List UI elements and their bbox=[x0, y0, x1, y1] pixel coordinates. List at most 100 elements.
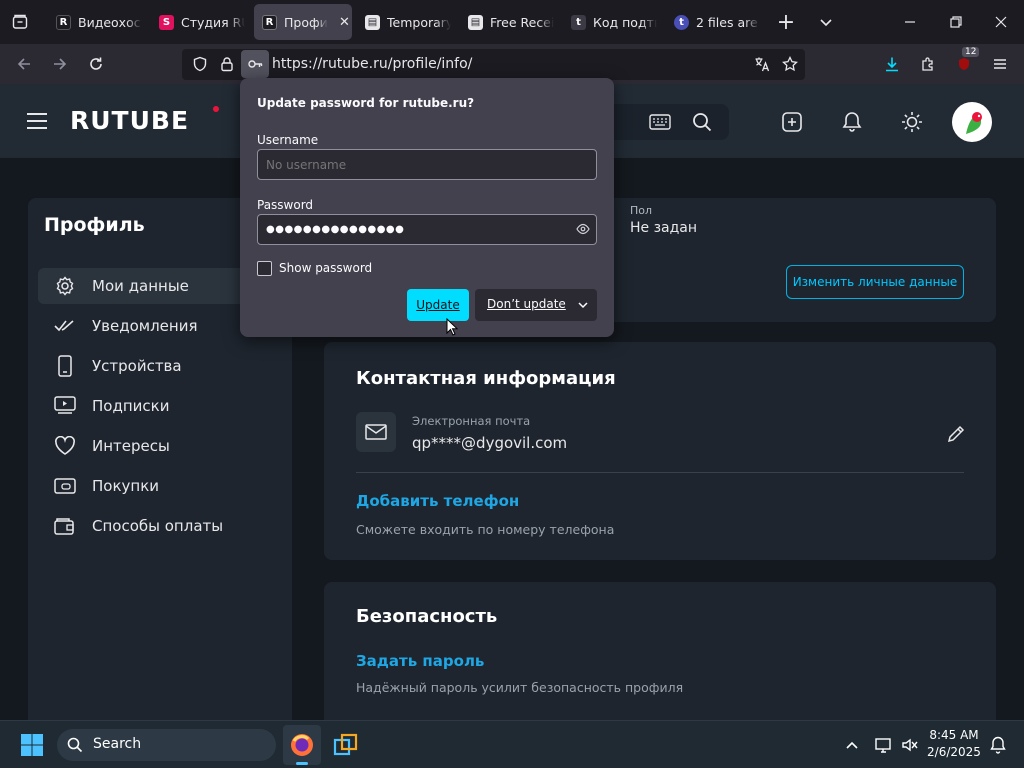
rutube-logo[interactable]: RUTUBE bbox=[70, 106, 189, 135]
gender-value: Не задан bbox=[630, 220, 698, 236]
taskbar-time[interactable]: 8:45 AM bbox=[924, 728, 984, 742]
tab-free-receive[interactable]: ▤ Free Receive bbox=[454, 4, 554, 40]
t-favicon: t bbox=[571, 14, 586, 30]
taskbar-date[interactable]: 2/6/2025 bbox=[924, 745, 984, 759]
phone-icon bbox=[38, 355, 92, 377]
keyboard-icon[interactable] bbox=[648, 111, 672, 133]
volume-muted-icon[interactable] bbox=[898, 733, 922, 757]
lock-icon[interactable] bbox=[215, 52, 239, 76]
sidebar-item-label: Интересы bbox=[92, 437, 170, 455]
sidebar-title: Профиль bbox=[44, 214, 145, 236]
username-label: Username bbox=[257, 133, 319, 147]
tab-studio[interactable]: S Студия RUTUBE bbox=[145, 4, 245, 40]
envelope-icon bbox=[356, 412, 396, 452]
minimize-window-button[interactable] bbox=[896, 8, 924, 36]
windows-start-icon[interactable] bbox=[18, 731, 46, 759]
firefox-view-icon[interactable] bbox=[8, 10, 32, 34]
browser-tab-bar: R Видеохостинг S Студия RUTUBE R Профиль… bbox=[0, 0, 1024, 44]
dont-update-button[interactable]: Don’t update bbox=[475, 289, 597, 321]
tab-title: Студия RUTUBE bbox=[181, 14, 245, 30]
sidebar-item-interests[interactable]: Интересы bbox=[38, 428, 292, 464]
bookmark-star-icon[interactable] bbox=[778, 52, 802, 76]
back-button[interactable] bbox=[10, 50, 38, 78]
sidebar-item-label: Покупки bbox=[92, 477, 160, 495]
edit-email-pencil-icon[interactable] bbox=[944, 422, 968, 446]
app-menu-icon[interactable] bbox=[986, 50, 1014, 78]
password-label: Password bbox=[257, 198, 314, 212]
sidebar-item-purchases[interactable]: Покупки bbox=[38, 468, 292, 504]
translate-icon[interactable] bbox=[750, 52, 774, 76]
sidebar-item-payment-methods[interactable]: Способы оплаты bbox=[38, 508, 292, 544]
avatar[interactable] bbox=[952, 102, 992, 142]
add-phone-link[interactable]: Добавить телефон bbox=[356, 492, 519, 510]
tab-videohosting[interactable]: R Видеохостинг bbox=[42, 4, 142, 40]
search-icon[interactable] bbox=[690, 111, 714, 133]
set-password-link[interactable]: Задать пароль bbox=[356, 652, 484, 670]
sun-theme-icon[interactable] bbox=[898, 108, 926, 136]
security-card: Безопасность Задать пароль Надёжный паро… bbox=[324, 582, 996, 720]
tab-verification-code[interactable]: t Код подтверждения bbox=[557, 4, 657, 40]
search-box[interactable] bbox=[612, 104, 729, 140]
edit-personal-data-button[interactable]: Изменить личные данные bbox=[786, 265, 964, 299]
email-label: Электронная почта bbox=[412, 414, 531, 428]
update-button[interactable]: Update bbox=[407, 289, 469, 321]
taskbar-search-label: Search bbox=[93, 736, 142, 752]
extension-badge: 12 bbox=[962, 47, 980, 57]
bell-icon[interactable] bbox=[838, 108, 866, 136]
sidebar-item-label: Способы оплаты bbox=[92, 517, 224, 535]
url-text: https://rutube.ru/profile/info/ bbox=[272, 56, 473, 72]
divider bbox=[356, 472, 964, 473]
ublock-extension-icon[interactable]: 12 bbox=[950, 47, 980, 78]
eye-icon[interactable] bbox=[576, 223, 590, 235]
page-icon: ▤ bbox=[468, 14, 483, 30]
virtualbox-taskbar-icon[interactable] bbox=[328, 727, 364, 763]
password-input[interactable]: ●●●●●●●●●●●●●●● bbox=[257, 214, 597, 245]
tab-title: 2 files are a bbox=[696, 14, 760, 30]
mouse-cursor-icon bbox=[446, 318, 458, 336]
tab-title: Temporary bbox=[387, 14, 451, 30]
forward-arrow-icon bbox=[54, 58, 67, 70]
tab-profile[interactable]: R Профиль ✕ bbox=[254, 4, 352, 40]
shield-icon[interactable] bbox=[188, 52, 212, 76]
downloads-icon[interactable] bbox=[878, 50, 906, 78]
list-all-tabs-button[interactable] bbox=[812, 8, 840, 36]
chevron-down-icon[interactable] bbox=[577, 299, 589, 311]
username-input[interactable] bbox=[257, 149, 597, 180]
set-password-hint: Надёжный пароль усилит безопасность проф… bbox=[356, 680, 684, 695]
show-password-label[interactable]: Show password bbox=[279, 261, 372, 275]
dont-update-label: Don’t update bbox=[487, 297, 566, 311]
close-tab-icon[interactable]: ✕ bbox=[339, 15, 350, 30]
rutube-favicon: R bbox=[262, 14, 277, 30]
chevron-up-icon[interactable] bbox=[840, 733, 864, 757]
restore-window-button[interactable] bbox=[942, 8, 970, 36]
sidebar-item-subscriptions[interactable]: Подписки bbox=[38, 388, 292, 424]
reload-button[interactable] bbox=[82, 50, 110, 78]
show-password-checkbox[interactable] bbox=[257, 261, 272, 276]
tab-title: Профиль bbox=[284, 14, 328, 30]
upload-icon[interactable] bbox=[778, 108, 806, 136]
tab-title: Код подтверждения bbox=[593, 14, 657, 30]
search-icon bbox=[67, 737, 83, 753]
password-value: ●●●●●●●●●●●●●●● bbox=[266, 224, 405, 235]
tab-files[interactable]: t 2 files are a bbox=[660, 4, 760, 40]
rutube-favicon: R bbox=[56, 14, 71, 30]
new-tab-button[interactable]: + bbox=[772, 8, 800, 36]
tab-temporary[interactable]: ▤ Temporary bbox=[351, 4, 451, 40]
taskbar-search-box[interactable]: Search bbox=[57, 729, 276, 761]
sidebar-item-devices[interactable]: Устройства bbox=[38, 348, 292, 384]
hamburger-menu-icon[interactable] bbox=[24, 108, 50, 134]
close-window-button[interactable] bbox=[987, 8, 1015, 36]
popup-title: Update password for rutube.ru? bbox=[257, 96, 475, 110]
network-icon[interactable] bbox=[872, 733, 896, 757]
notification-bell-icon[interactable] bbox=[986, 733, 1010, 757]
firefox-taskbar-icon[interactable] bbox=[283, 725, 321, 765]
wallet-icon bbox=[38, 517, 92, 535]
forward-button[interactable] bbox=[46, 50, 74, 78]
key-icon[interactable] bbox=[241, 50, 269, 78]
t-favicon: t bbox=[674, 14, 689, 30]
subscriptions-icon bbox=[38, 396, 92, 416]
address-bar[interactable]: https://rutube.ru/profile/info/ bbox=[182, 49, 805, 80]
ticket-icon bbox=[38, 478, 92, 494]
extensions-icon[interactable] bbox=[914, 50, 942, 78]
tab-title: Видеохостинг bbox=[78, 14, 142, 30]
